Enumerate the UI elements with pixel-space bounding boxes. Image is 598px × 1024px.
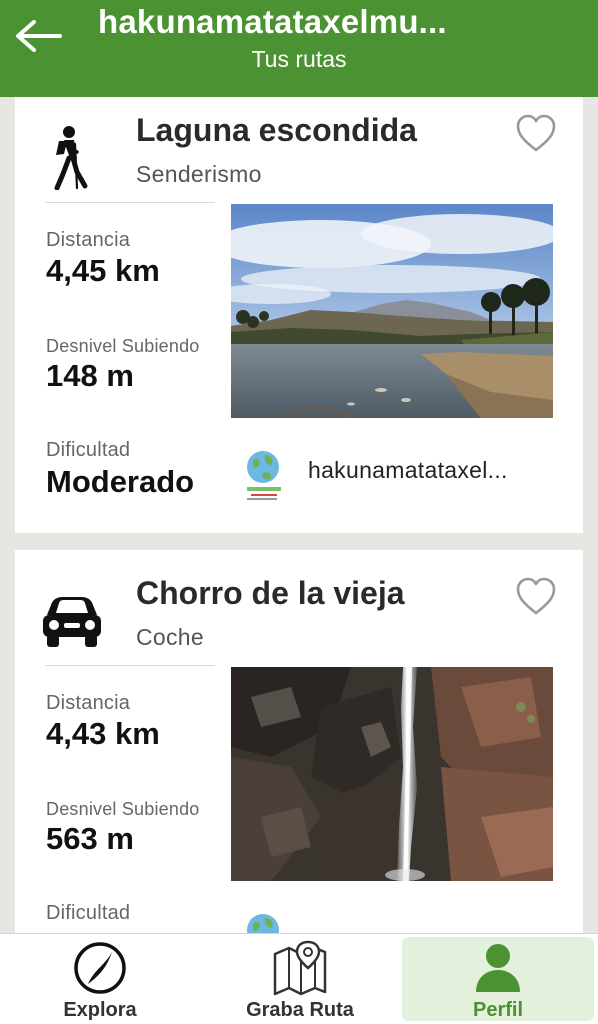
elevation-value: 148 m [46,358,134,393]
distance-value: 4,45 km [46,253,160,288]
favorite-heart-icon[interactable] [515,113,557,153]
route-photo-lagoon[interactable] [231,204,553,418]
author-avatar[interactable] [243,447,285,503]
route-activity: Senderismo [136,161,262,187]
elevation-label: Desnivel Subiendo [46,799,200,819]
car-icon [43,597,101,647]
route-photo-waterfall[interactable] [231,667,553,881]
profile-icon [476,944,520,992]
distance-label: Distancia [46,229,131,251]
page-subtitle: Tus rutas [251,46,347,72]
compass-icon [74,942,126,994]
tab-graba-ruta[interactable]: Graba Ruta [200,934,400,1024]
author-name[interactable]: hakunamatataxel... [308,457,508,484]
favorite-heart-icon[interactable] [515,576,557,616]
difficulty-label: Dificultad [46,902,131,924]
route-card[interactable]: Laguna escondida Senderismo Distancia 4,… [15,97,583,533]
tab-label: Graba Ruta [246,999,354,1021]
hiker-icon [54,126,88,190]
route-title[interactable]: Chorro de la vieja [136,575,405,612]
route-title[interactable]: Laguna escondida [136,112,417,149]
app-header: hakunamatataxelmu... Tus rutas [0,0,598,97]
map-pin-icon [273,940,327,996]
route-activity: Coche [136,624,204,650]
author-avatar[interactable] [243,910,285,933]
tab-explora[interactable]: Explora [0,934,200,1024]
difficulty-value: Moderado [46,464,195,499]
elevation-value: 563 m [46,821,134,856]
tab-perfil[interactable]: Perfil [402,937,594,1021]
tab-label: Perfil [472,999,524,1021]
distance-label: Distancia [46,692,131,714]
distance-value: 4,43 km [46,716,160,751]
routes-feed[interactable]: Laguna escondida Senderismo Distancia 4,… [0,97,598,933]
page-title: hakunamatataxelmu... [98,3,447,40]
tab-label: Explora [63,999,137,1021]
difficulty-label: Dificultad [46,439,131,461]
stats-divider [45,665,215,666]
route-card[interactable]: Chorro de la vieja Coche Distancia 4,43 … [15,550,583,933]
elevation-label: Desnivel Subiendo [46,336,200,356]
stats-divider [45,202,215,203]
bottom-tab-bar: Explora Graba Ruta Perfil [0,933,598,1024]
